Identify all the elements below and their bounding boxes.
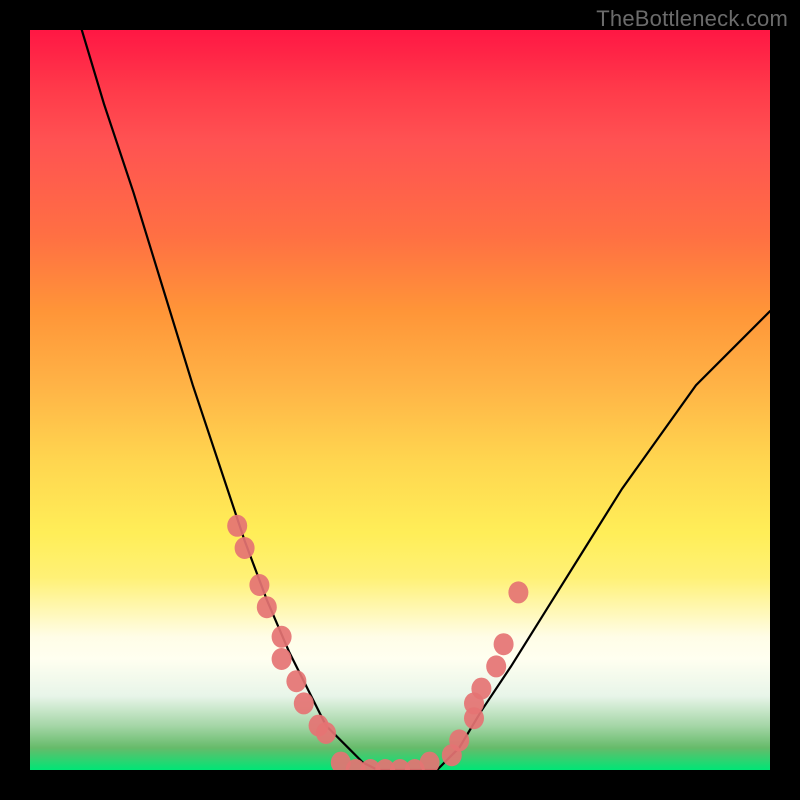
data-marker (508, 581, 528, 603)
curve-right-curve (437, 311, 770, 770)
data-marker (227, 515, 247, 537)
data-marker (286, 670, 306, 692)
data-marker (316, 722, 336, 744)
curve-left-curve (82, 30, 378, 770)
plot-area (30, 30, 770, 770)
chart-svg (30, 30, 770, 770)
watermark-text: TheBottleneck.com (596, 6, 788, 32)
data-marker (449, 729, 469, 751)
data-marker (420, 752, 440, 770)
chart-frame: TheBottleneck.com (0, 0, 800, 800)
data-marker (294, 692, 314, 714)
data-marker (471, 678, 491, 700)
data-marker (257, 596, 277, 618)
data-marker (486, 655, 506, 677)
data-marker (249, 574, 269, 596)
data-marker (235, 537, 255, 559)
data-marker (272, 626, 292, 648)
line-layer (82, 30, 770, 770)
data-marker (494, 633, 514, 655)
data-marker (272, 648, 292, 670)
marker-layer (227, 515, 528, 770)
